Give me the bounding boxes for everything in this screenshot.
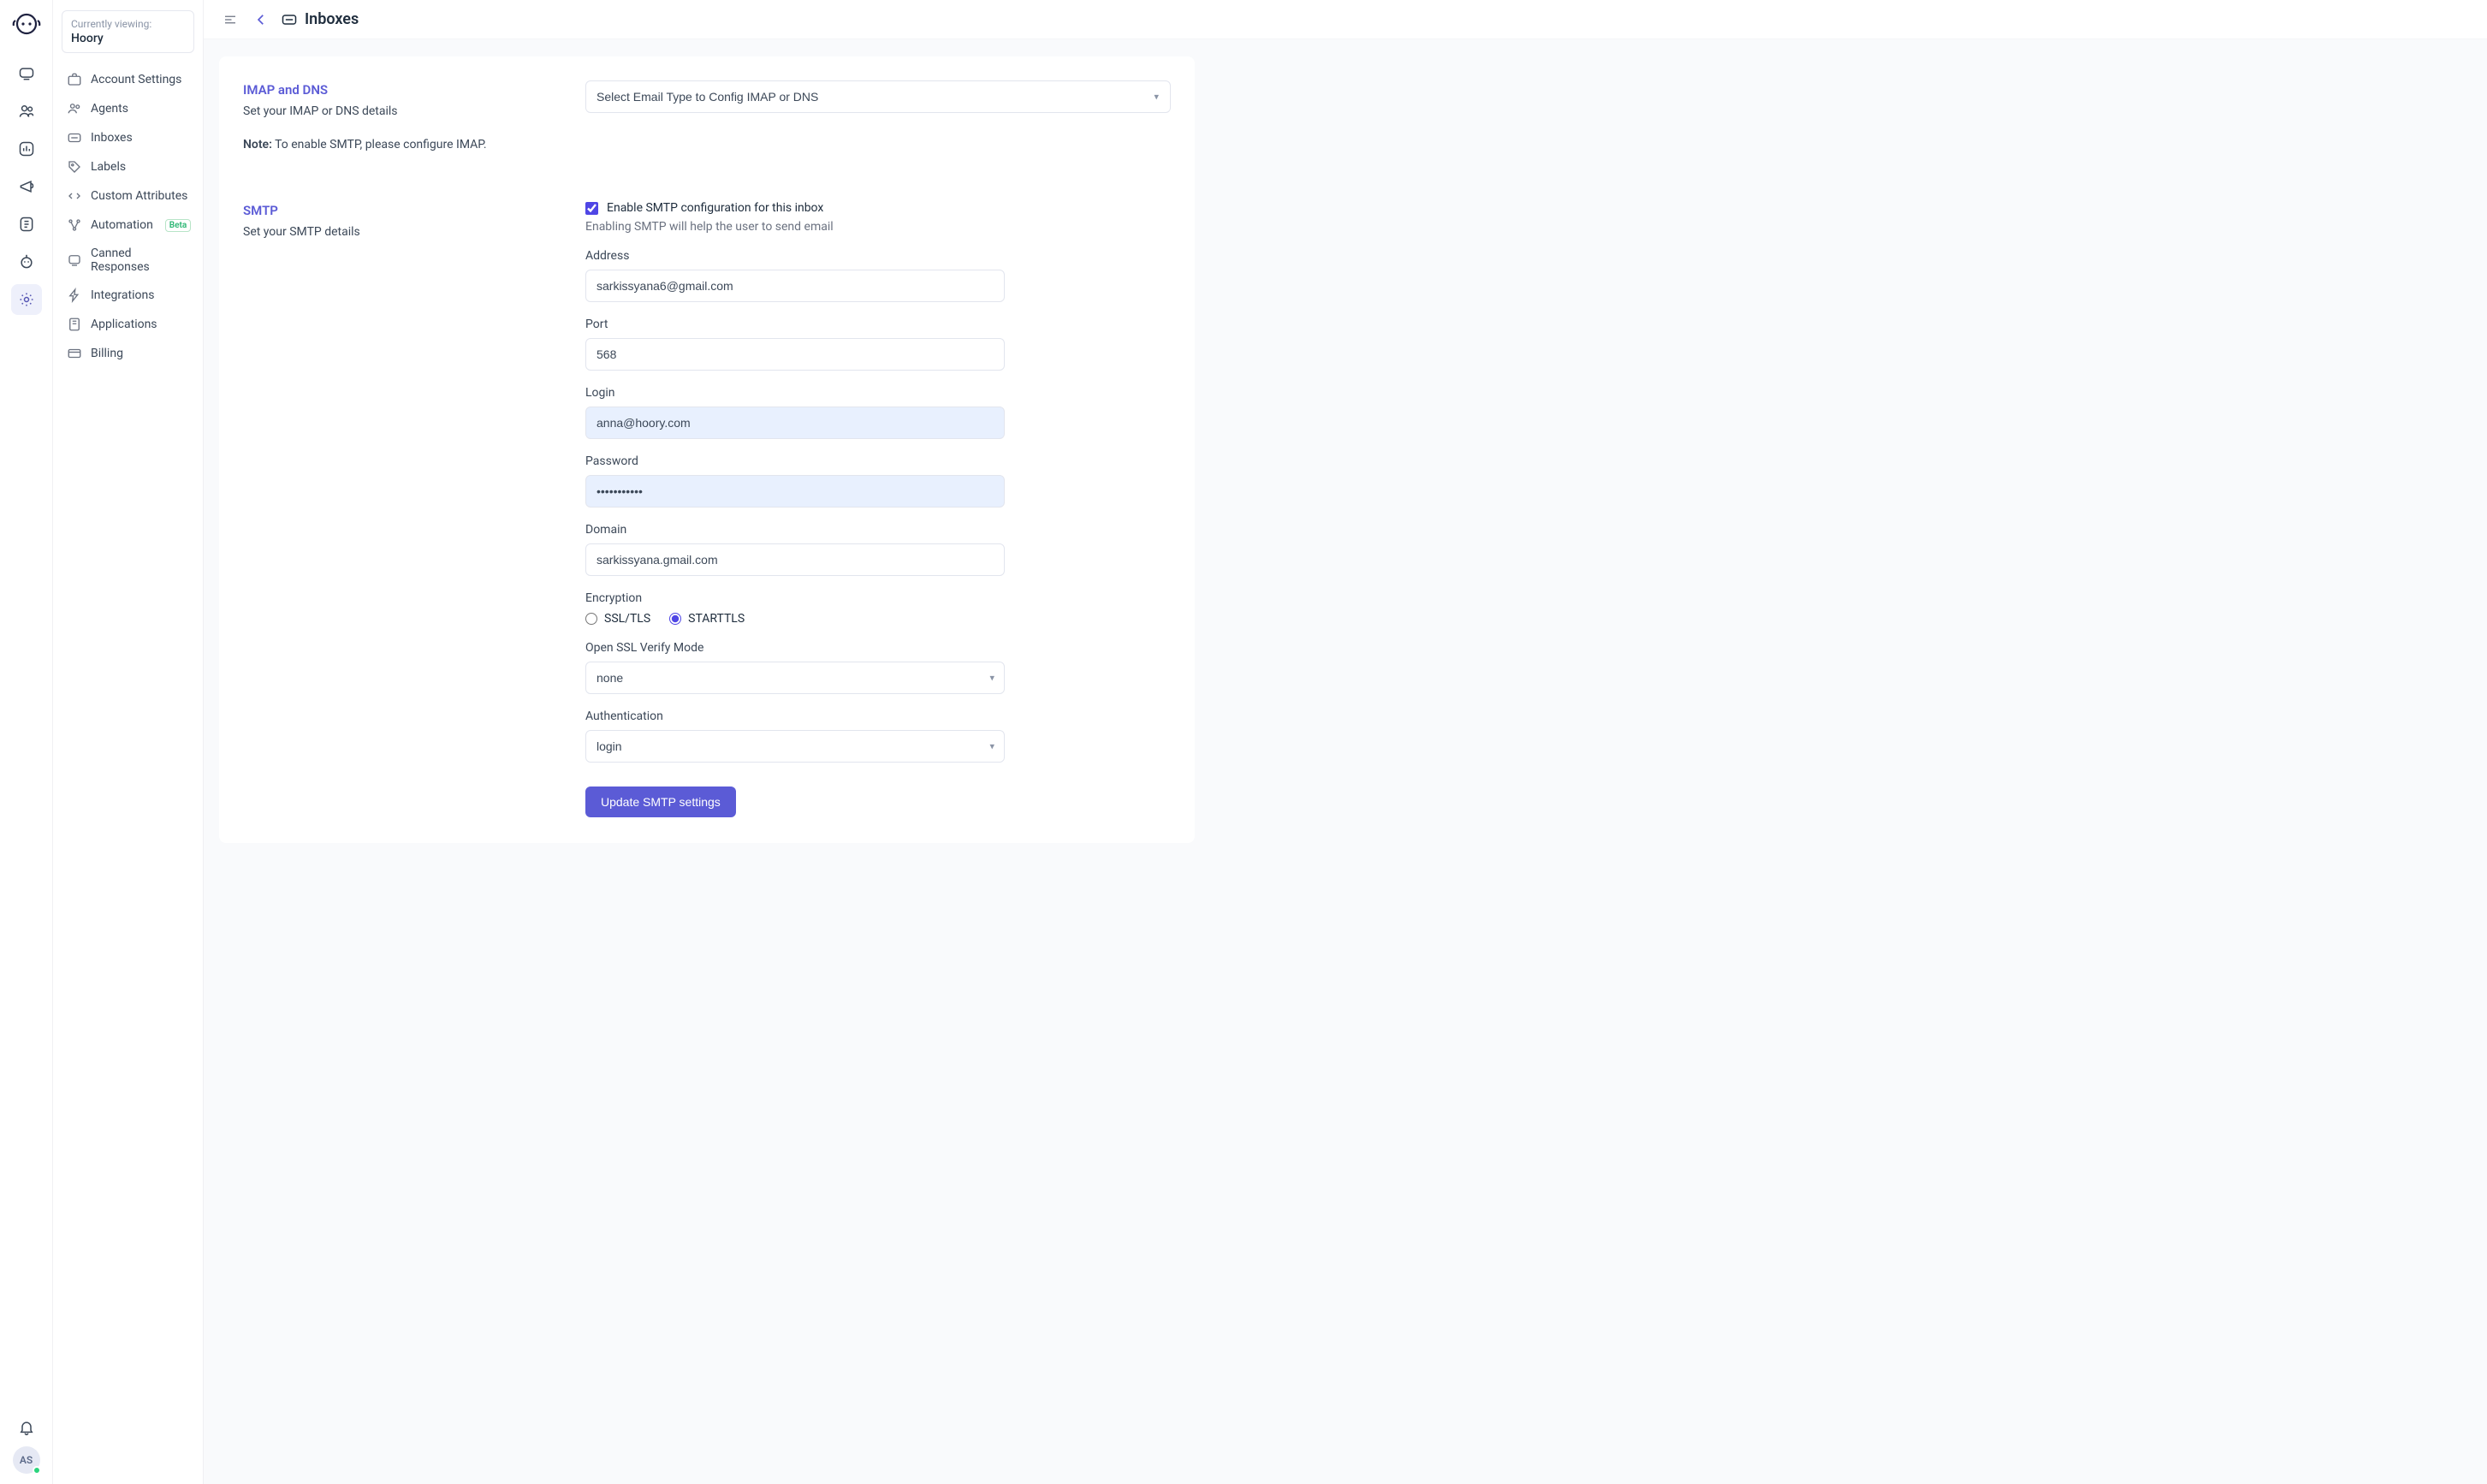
smtp-section-title: SMTP [243,203,551,218]
sidebar-item-applications[interactable]: Applications [58,310,198,339]
tag-icon [67,159,82,175]
address-input[interactable] [585,270,1005,302]
sidebar-item-label: Account Settings [91,73,181,86]
sidebar-item-label: Labels [91,160,126,174]
page-title-text: Inboxes [305,10,359,28]
encryption-option-label: STARTTLS [688,612,745,626]
account-switcher[interactable]: Currently viewing: Hoory [62,10,194,53]
rail-bot-icon[interactable] [11,246,42,277]
sidebar-item-billing[interactable]: Billing [58,339,198,368]
encryption-option-starttls[interactable]: STARTTLS [669,612,745,626]
toggle-sidebar-icon[interactable] [219,9,241,31]
encryption-option-ssltls[interactable]: SSL/TLS [585,612,650,626]
sidebar-item-labels[interactable]: Labels [58,152,198,181]
avatar-initials: AS [20,1454,33,1466]
sidebar-item-account-settings[interactable]: Account Settings [58,65,198,94]
ssl-verify-select[interactable]: none [585,662,1005,694]
login-label: Login [585,386,1171,400]
domain-label: Domain [585,523,1171,537]
port-label: Port [585,318,1171,331]
bolt-icon [67,288,82,303]
beta-badge: Beta [165,219,191,232]
address-label: Address [585,249,1171,263]
back-icon[interactable] [250,9,272,31]
rail-campaigns-icon[interactable] [11,171,42,202]
inbox-icon [67,130,82,145]
notifications-icon[interactable] [11,1412,42,1443]
smtp-section-desc: Set your SMTP details [243,223,551,241]
account-switcher-name: Hoory [71,32,185,45]
login-input[interactable] [585,407,1005,439]
imap-section-title: IMAP and DNS [243,82,551,98]
enable-smtp-helper: Enabling SMTP will help the user to send… [585,220,1171,234]
rail-conversations-icon[interactable] [11,58,42,89]
code-icon [67,188,82,204]
rail-settings-icon[interactable] [11,284,42,315]
inbox-header-icon [281,11,298,28]
card-icon [67,346,82,361]
automation-icon [67,217,82,233]
auth-label: Authentication [585,709,1171,723]
imap-note-bold: Note: [243,138,272,151]
domain-input[interactable] [585,543,1005,576]
sidebar-item-label: Inboxes [91,131,133,145]
enable-smtp-checkbox[interactable] [585,202,598,215]
email-type-select[interactable]: Select Email Type to Config IMAP or DNS [585,80,1171,113]
encryption-option-label: SSL/TLS [604,612,650,626]
sidebar-item-label: Custom Attributes [91,189,187,203]
settings-card: IMAP and DNS Set your IMAP or DNS detail… [219,56,1195,843]
port-input[interactable] [585,338,1005,371]
enable-smtp-label: Enable SMTP configuration for this inbox [607,201,823,215]
sidebar-item-integrations[interactable]: Integrations [58,281,198,310]
sidebar-item-automation[interactable]: Automation Beta [58,211,198,240]
sidebar-item-canned-responses[interactable]: Canned Responses [58,240,198,281]
rail-helpcenter-icon[interactable] [11,209,42,240]
agents-icon [67,101,82,116]
ssl-verify-label: Open SSL Verify Mode [585,641,1171,655]
sidebar-item-label: Automation [91,218,153,232]
sidebar-item-label: Billing [91,347,123,360]
apps-icon [67,317,82,332]
auth-select[interactable]: login [585,730,1005,763]
page-title: Inboxes [281,10,359,28]
password-label: Password [585,454,1171,468]
password-input[interactable] [585,475,1005,508]
sidebar-item-label: Agents [91,102,128,116]
encryption-label: Encryption [585,591,1171,605]
avatar[interactable]: AS [13,1446,40,1474]
rail-contacts-icon[interactable] [11,96,42,127]
account-switcher-label: Currently viewing: [71,18,185,30]
rail-reports-icon[interactable] [11,134,42,164]
sidebar-item-label: Applications [91,318,157,331]
settings-sidebar: Currently viewing: Hoory Account Setting… [53,0,204,1484]
briefcase-icon [67,72,82,87]
sidebar-item-inboxes[interactable]: Inboxes [58,123,198,152]
canned-icon [67,252,82,268]
sidebar-item-label: Integrations [91,288,154,302]
sidebar-item-custom-attributes[interactable]: Custom Attributes [58,181,198,211]
topbar: Inboxes [204,0,2487,39]
update-smtp-button[interactable]: Update SMTP settings [585,787,736,817]
sidebar-item-label: Canned Responses [91,246,189,274]
icon-rail: AS [0,0,53,1484]
imap-section-note: Note: To enable SMTP, please configure I… [243,138,551,151]
imap-section-desc: Set your IMAP or DNS details [243,103,551,121]
sidebar-item-agents[interactable]: Agents [58,94,198,123]
presence-dot-icon [33,1466,41,1475]
imap-note-rest: To enable SMTP, please configure IMAP. [272,138,487,151]
logo-icon [11,9,42,39]
